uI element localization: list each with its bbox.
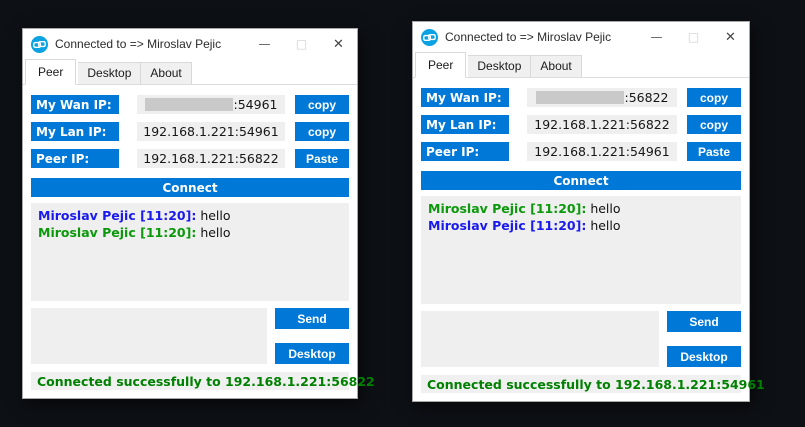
window-title: Connected to => Miroslav Pejic: [445, 30, 611, 44]
redaction-box: [536, 91, 624, 104]
peer-ip-value: 192.168.1.221:56822: [143, 151, 278, 166]
wan-ip-label: My Wan IP:: [421, 88, 509, 107]
chat-log[interactable]: Miroslav Pejic [11:20]: hello Miroslav P…: [31, 203, 349, 301]
close-icon[interactable]: ✕: [712, 22, 749, 52]
minimize-icon[interactable]: —: [638, 22, 675, 52]
peer-ip-field[interactable]: 192.168.1.221:54961: [527, 142, 677, 161]
tab-about[interactable]: About: [531, 55, 581, 77]
wan-ip-field[interactable]: :54961: [137, 95, 285, 114]
window-controls: — □ ✕: [246, 29, 357, 59]
message-input[interactable]: [421, 311, 659, 367]
lan-ip-label: My Lan IP:: [31, 122, 119, 141]
minimize-icon[interactable]: —: [246, 29, 283, 59]
close-icon[interactable]: ✕: [320, 29, 357, 59]
maximize-icon[interactable]: □: [675, 22, 712, 52]
tab-strip: Peer Desktop About: [23, 59, 357, 85]
title-bar[interactable]: Connected to => Miroslav Pejic — □ ✕: [413, 22, 749, 52]
status-bar: Connected successfully to 192.168.1.221:…: [31, 372, 349, 390]
window-controls: — □ ✕: [638, 22, 749, 52]
lan-ip-row: My Lan IP: 192.168.1.221:54961 copy: [31, 122, 349, 141]
chat-message: Miroslav Pejic [11:20]: hello: [38, 208, 342, 225]
compose-row: Send Desktop: [421, 311, 741, 367]
lan-ip-label: My Lan IP:: [421, 115, 509, 134]
peer-tab-page: My Wan IP: :56822 copy My Lan IP: 192.16…: [413, 78, 749, 401]
connect-button[interactable]: Connect: [31, 178, 349, 197]
connect-button[interactable]: Connect: [421, 171, 741, 190]
wan-ip-field[interactable]: :56822: [527, 88, 677, 107]
peer-ip-label: Peer IP:: [421, 142, 509, 161]
wan-ip-row: My Wan IP: :54961 copy: [31, 95, 349, 114]
compose-row: Send Desktop: [31, 308, 349, 364]
message-text: hello: [200, 225, 230, 240]
desktop-button[interactable]: Desktop: [275, 343, 349, 364]
wan-ip-value: :54961: [234, 97, 278, 112]
message-sender: Miroslav Pejic [11:20]:: [38, 208, 196, 223]
wan-ip-value: :56822: [625, 90, 669, 105]
maximize-icon[interactable]: □: [283, 29, 320, 59]
peer-ip-field[interactable]: 192.168.1.221:56822: [137, 149, 285, 168]
tab-peer[interactable]: Peer: [25, 59, 76, 85]
copy-lan-button[interactable]: copy: [295, 122, 349, 141]
action-buttons: Send Desktop: [667, 311, 741, 367]
send-button[interactable]: Send: [275, 308, 349, 329]
status-bar: Connected successfully to 192.168.1.221:…: [421, 375, 741, 393]
paste-button[interactable]: Paste: [687, 142, 741, 161]
tab-desktop[interactable]: Desktop: [78, 62, 141, 84]
send-button[interactable]: Send: [667, 311, 741, 332]
message-sender: Miroslav Pejic [11:20]:: [428, 218, 586, 233]
chat-message: Miroslav Pejic [11:20]: hello: [428, 218, 734, 235]
peer-ip-label: Peer IP:: [31, 149, 119, 168]
title-bar[interactable]: Connected to => Miroslav Pejic — □ ✕: [23, 29, 357, 59]
copy-lan-button[interactable]: copy: [687, 115, 741, 134]
lan-ip-field[interactable]: 192.168.1.221:56822: [527, 115, 677, 134]
wan-ip-row: My Wan IP: :56822 copy: [421, 88, 741, 107]
message-sender: Miroslav Pejic [11:20]:: [38, 225, 196, 240]
chat-message: Miroslav Pejic [11:20]: hello: [428, 201, 734, 218]
chat-log[interactable]: Miroslav Pejic [11:20]: hello Miroslav P…: [421, 196, 741, 304]
tab-desktop[interactable]: Desktop: [468, 55, 531, 77]
desktop-button[interactable]: Desktop: [667, 346, 741, 367]
tab-peer[interactable]: Peer: [415, 52, 466, 78]
message-input[interactable]: [31, 308, 267, 364]
message-text: hello: [200, 208, 230, 223]
app-link-icon: [31, 36, 48, 53]
paste-button[interactable]: Paste: [295, 149, 349, 168]
chat-message: Miroslav Pejic [11:20]: hello: [38, 225, 342, 242]
app-link-icon: [421, 29, 438, 46]
window-title: Connected to => Miroslav Pejic: [55, 37, 221, 51]
app-window-left: Connected to => Miroslav Pejic — □ ✕ Pee…: [22, 28, 358, 399]
peer-ip-row: Peer IP: 192.168.1.221:54961 Paste: [421, 142, 741, 161]
tab-about[interactable]: About: [141, 62, 191, 84]
message-text: hello: [590, 218, 620, 233]
lan-ip-value: 192.168.1.221:54961: [143, 124, 278, 139]
lan-ip-field[interactable]: 192.168.1.221:54961: [137, 122, 285, 141]
lan-ip-row: My Lan IP: 192.168.1.221:56822 copy: [421, 115, 741, 134]
action-buttons: Send Desktop: [275, 308, 349, 364]
lan-ip-value: 192.168.1.221:56822: [534, 117, 669, 132]
peer-tab-page: My Wan IP: :54961 copy My Lan IP: 192.16…: [23, 85, 357, 398]
wan-ip-label: My Wan IP:: [31, 95, 119, 114]
redaction-box: [145, 98, 233, 111]
message-text: hello: [590, 201, 620, 216]
copy-wan-button[interactable]: copy: [687, 88, 741, 107]
peer-ip-value: 192.168.1.221:54961: [534, 144, 669, 159]
app-window-right: Connected to => Miroslav Pejic — □ ✕ Pee…: [412, 21, 750, 402]
message-sender: Miroslav Pejic [11:20]:: [428, 201, 586, 216]
peer-ip-row: Peer IP: 192.168.1.221:56822 Paste: [31, 149, 349, 168]
copy-wan-button[interactable]: copy: [295, 95, 349, 114]
tab-strip: Peer Desktop About: [413, 52, 749, 78]
desktop-background: { "page": { "background_color": "#0d1015…: [0, 0, 805, 427]
